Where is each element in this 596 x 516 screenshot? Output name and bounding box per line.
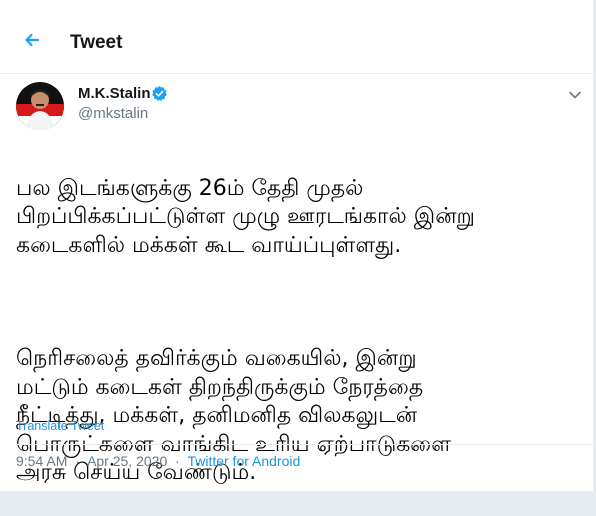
author-handle[interactable]: @mkstalin (78, 104, 148, 124)
chevron-down-icon (569, 91, 581, 99)
tweet-detail-card: Tweet M.K.Stalin @mkstalin பல இடங்களுக்க… (0, 0, 594, 492)
profile-photo (16, 82, 64, 130)
page-header: Tweet (0, 0, 593, 74)
tweet-menu-button[interactable] (562, 82, 588, 108)
tweet-date[interactable]: Apr 25, 2020 (87, 453, 167, 469)
meta-separator: · (175, 453, 180, 469)
back-arrow-icon (25, 33, 40, 47)
back-button[interactable] (16, 24, 48, 56)
tweet-time[interactable]: 9:54 AM (16, 453, 67, 469)
author-display-name[interactable]: M.K.Stalin (78, 84, 151, 104)
translate-tweet-link[interactable]: Translate Tweet (16, 419, 104, 433)
page-title: Tweet (70, 32, 123, 53)
verified-badge-icon (152, 86, 167, 101)
tweet-paragraph-1: பல இடங்களுக்கு 26ம் தேதி முதல் பிறப்பிக்… (16, 175, 475, 258)
meta-separator: · (75, 453, 80, 469)
avatar[interactable] (16, 82, 64, 130)
tweet-source-link[interactable]: Twitter for Android (187, 453, 300, 469)
divider (16, 444, 594, 445)
tweet-meta: 9:54 AM · Apr 25, 2020 · Twitter for And… (16, 451, 300, 471)
